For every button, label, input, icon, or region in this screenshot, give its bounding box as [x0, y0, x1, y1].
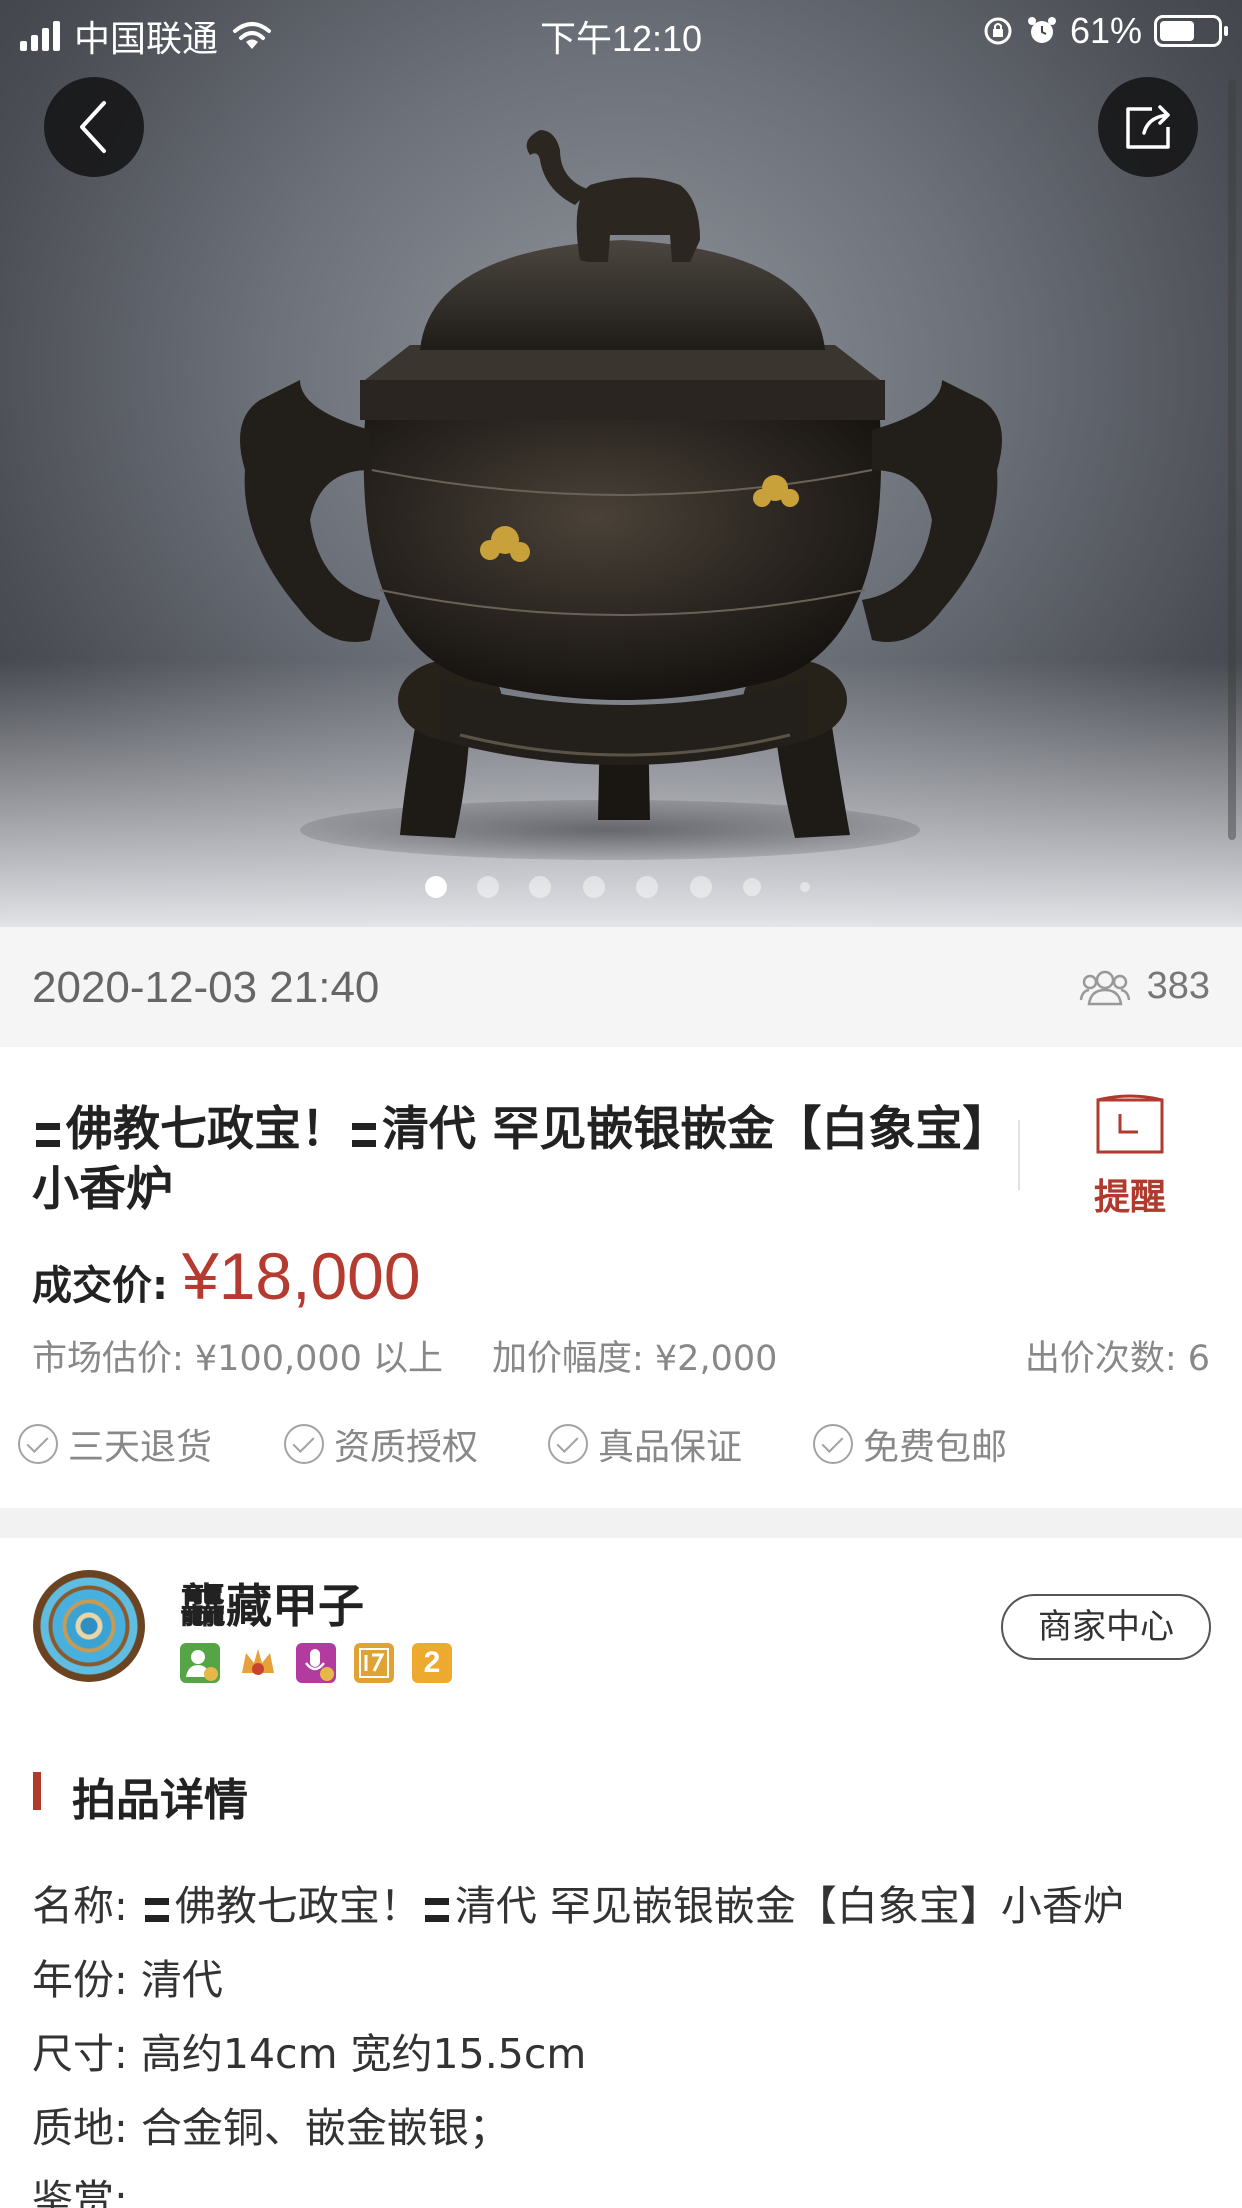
badge-label: 真品保证 — [598, 1427, 743, 1468]
battery-percent: 61% — [1069, 10, 1142, 51]
bid-increment: 加价幅度: ¥2,000 — [492, 1339, 778, 1379]
carousel-dot[interactable] — [583, 876, 605, 898]
final-price: ¥18,000 — [182, 1239, 421, 1313]
carousel-indicator — [0, 876, 1242, 898]
signal-icon — [20, 21, 60, 51]
back-button[interactable] — [44, 77, 144, 177]
detail-name: 名称: 佛教七政宝！ 清代 罕见嵌银嵌金【白象宝】小香炉 — [32, 1872, 1124, 1932]
detail-value: 高约14cm 宽约15.5cm — [140, 2030, 587, 2078]
carousel-dot[interactable] — [477, 876, 499, 898]
seller-avatar[interactable] — [33, 1570, 145, 1682]
bullet-mark — [352, 1123, 376, 1147]
seller-level-badges: 2 — [180, 1643, 452, 1683]
product-image-carousel[interactable]: 中国联通 下午12:10 61% — [0, 0, 1242, 927]
badge-label: 三天退货 — [68, 1427, 213, 1468]
section-gap — [0, 1508, 1242, 1538]
remind-button[interactable]: 提醒 — [1080, 1092, 1180, 1220]
carousel-dot[interactable] — [690, 876, 712, 898]
check-circle-icon — [18, 1424, 58, 1464]
badge-free-shipping: 免费包邮 — [813, 1418, 1007, 1470]
badge-return: 三天退货 — [18, 1418, 212, 1470]
divider — [1018, 1120, 1020, 1190]
merchant-center-button[interactable]: 商家中心 — [1001, 1594, 1211, 1660]
detail-key: 鉴赏: — [32, 2176, 128, 2208]
price-info-row: 市场估价: ¥100,000 以上 加价幅度: ¥2,000 出价次数: 6 — [0, 1330, 1242, 1380]
verified-user-icon — [180, 1643, 220, 1683]
crown-icon — [238, 1643, 278, 1683]
detail-material: 质地: 合金铜、嵌金嵌银； — [32, 2094, 510, 2154]
alarm-icon — [1027, 17, 1056, 43]
check-circle-icon — [284, 1424, 324, 1464]
item-title-part1: 佛教七政宝！ — [66, 1102, 348, 1157]
share-button[interactable] — [1098, 77, 1198, 177]
seller-name[interactable]: 龘藏甲子 — [180, 1570, 364, 1636]
badge-authentic: 真品保证 — [548, 1418, 742, 1470]
carousel-dot[interactable] — [425, 876, 447, 898]
badge-label: 资质授权 — [334, 1427, 479, 1468]
view-count: 383 — [1079, 965, 1210, 1008]
section-accent-bar — [33, 1772, 41, 1810]
share-icon — [1126, 105, 1170, 149]
carousel-dot[interactable] — [529, 876, 551, 898]
level-badge: 2 — [412, 1643, 452, 1683]
price-row: 成交价: ¥18,000 — [32, 1238, 421, 1314]
censer-image — [240, 130, 1002, 838]
detail-year: 年份: 清代 — [32, 1946, 223, 2006]
orientation-lock-icon — [984, 17, 1012, 45]
detail-value: 合金铜、嵌金嵌银； — [140, 2104, 510, 2152]
carousel-dot[interactable] — [636, 876, 658, 898]
view-count-value: 383 — [1146, 965, 1210, 1007]
detail-key: 质地: — [32, 2104, 128, 2152]
level-17-icon — [354, 1643, 394, 1683]
wifi-icon — [233, 22, 272, 49]
auction-date: 2020-12-03 21:40 — [32, 963, 380, 1012]
detail-value: 清代 — [140, 1956, 223, 2004]
remind-label: 提醒 — [1093, 1177, 1166, 1218]
price-label: 成交价: — [32, 1263, 168, 1309]
bullet-mark — [144, 1898, 169, 1922]
item-title: 佛教七政宝！ 清代 罕见嵌银嵌金【白象宝】小香炉 — [32, 1100, 992, 1220]
detail-key: 尺寸: — [32, 2030, 128, 2078]
meta-row: 2020-12-03 21:40 383 — [0, 927, 1242, 1047]
carousel-dot[interactable] — [800, 882, 810, 892]
calendar-remind-icon — [1096, 1094, 1164, 1154]
detail-value: 佛教七政宝！ — [174, 1882, 421, 1930]
badge-license: 资质授权 — [284, 1418, 478, 1470]
check-circle-icon — [548, 1424, 588, 1464]
battery-icon — [1154, 15, 1228, 47]
detail-size: 尺寸: 高约14cm 宽约15.5cm — [32, 2020, 586, 2080]
detail-key: 名称: — [32, 1882, 128, 1930]
detail-value: 清代 罕见嵌银嵌金【白象宝】小香炉 — [454, 1882, 1124, 1930]
carrier-name: 中国联通 — [74, 18, 219, 59]
scrollbar[interactable] — [1228, 80, 1236, 840]
check-circle-icon — [813, 1424, 853, 1464]
clock: 下午12:10 — [539, 18, 703, 59]
market-estimate: 市场估价: ¥100,000 以上 — [32, 1339, 444, 1379]
badge-label: 免费包邮 — [863, 1427, 1008, 1468]
detail-key: 年份: — [32, 1956, 128, 2004]
microphone-icon — [296, 1643, 336, 1683]
detail-appreciation: 鉴赏: — [32, 2166, 128, 2208]
back-arrow-icon — [80, 101, 106, 153]
bullet-mark — [36, 1123, 60, 1147]
bid-count: 出价次数: 6 — [1024, 1339, 1210, 1379]
carousel-dot[interactable] — [743, 878, 761, 896]
section-title: 拍品详情 — [72, 1775, 248, 1826]
viewers-icon — [1079, 970, 1130, 1005]
bullet-mark — [424, 1898, 449, 1922]
status-bar: 中国联通 下午12:10 61% — [0, 0, 1242, 62]
guarantee-badges: 三天退货 资质授权 真品保证 免费包邮 — [0, 1418, 1242, 1468]
